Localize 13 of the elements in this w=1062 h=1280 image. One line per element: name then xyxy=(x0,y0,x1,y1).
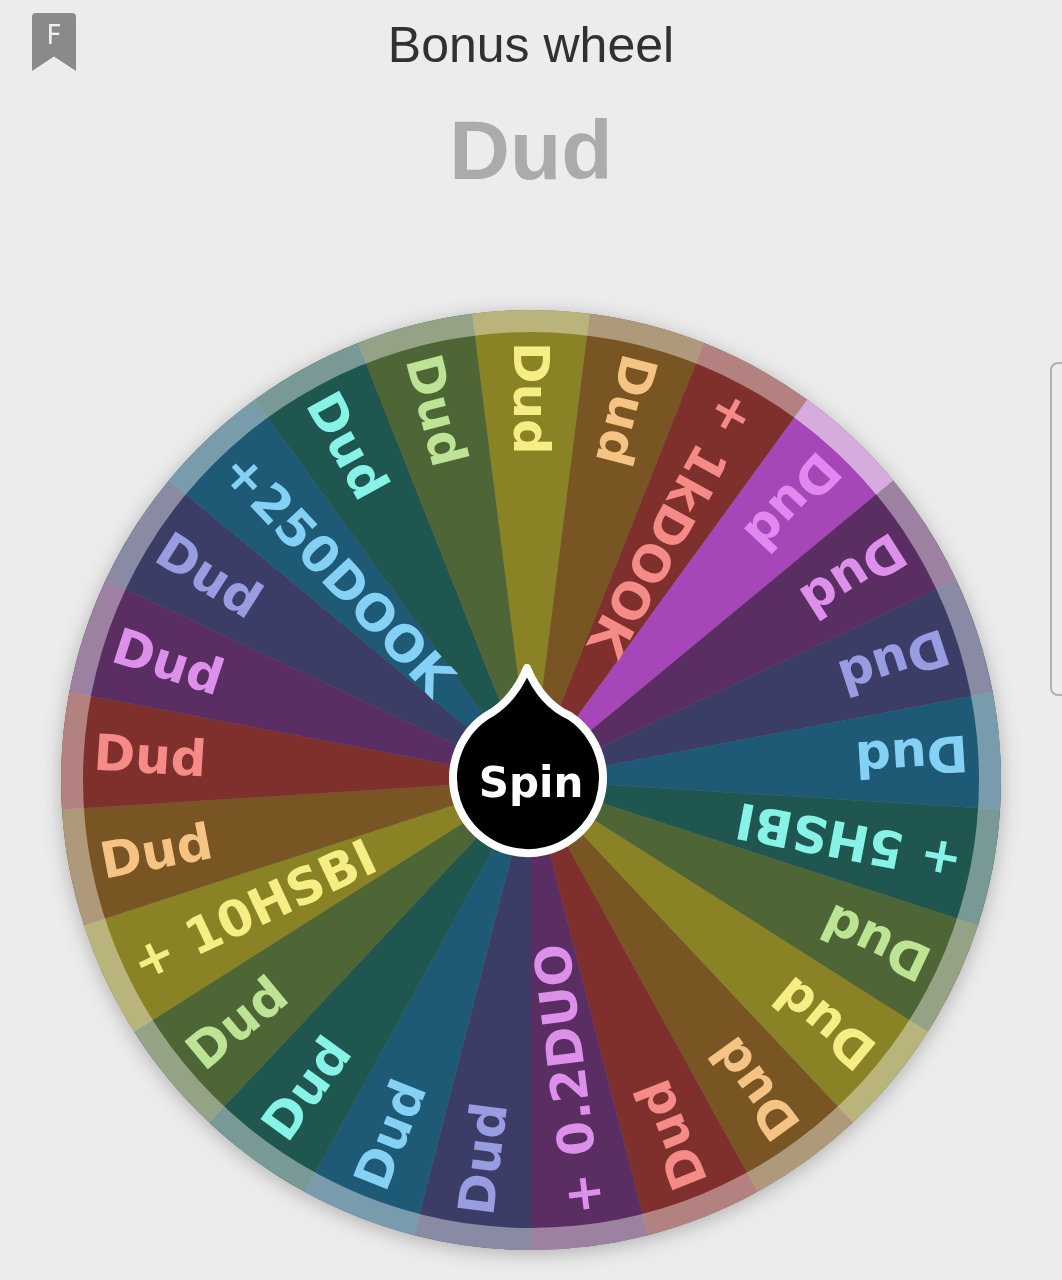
segment-label: Dud xyxy=(853,723,970,789)
segment-label: + 5HSBI xyxy=(731,790,967,891)
segment-label: Dud xyxy=(502,342,560,455)
segment-label: + 0.2DUO xyxy=(522,940,615,1219)
segment-label: Dud xyxy=(394,348,479,473)
segment-label: Dud xyxy=(623,1071,720,1198)
segment-label: Dud xyxy=(342,1071,439,1198)
window-title: Bonus wheel xyxy=(386,16,676,74)
segment-label: Dud xyxy=(447,1098,519,1219)
result-text: Dud xyxy=(448,101,614,199)
segment-label: Dud xyxy=(105,617,231,708)
segment-label: Dud xyxy=(831,617,957,708)
segment-label: Dud xyxy=(92,723,209,789)
